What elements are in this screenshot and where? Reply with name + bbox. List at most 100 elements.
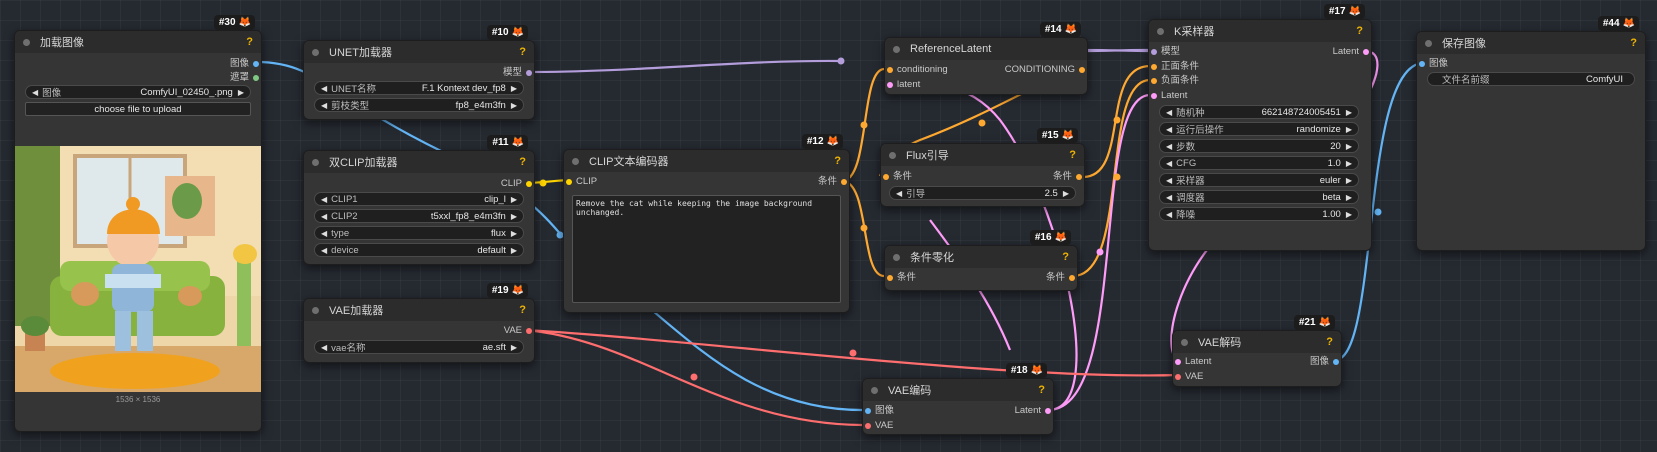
increment-arrow-icon[interactable]: ▶ <box>511 195 517 204</box>
control-after-generate-widget[interactable]: ◀ 运行后操作 randomize ▶ <box>1159 122 1359 136</box>
increment-arrow-icon[interactable]: ▶ <box>511 101 517 110</box>
steps-widget[interactable]: ◀ 步数 20 ▶ <box>1159 139 1359 153</box>
help-icon[interactable]: ? <box>1069 149 1076 161</box>
node-title-bar[interactable]: VAE编码 ? <box>863 379 1053 401</box>
increment-arrow-icon[interactable]: ▶ <box>511 229 517 238</box>
increment-arrow-icon[interactable]: ▶ <box>1346 210 1352 219</box>
input-slot-conditioning[interactable]: conditioning <box>885 63 948 77</box>
node-vae-decode[interactable]: #21 🦊 VAE解码 ? Latent VAE 图像 <box>1172 315 1342 387</box>
upload-button[interactable]: choose file to upload <box>25 102 251 116</box>
help-icon[interactable]: ? <box>1356 25 1363 37</box>
help-icon[interactable]: ? <box>246 36 253 48</box>
node-title-bar[interactable]: Flux引导 ? <box>881 144 1084 166</box>
input-slot-latent[interactable]: latent <box>885 78 920 92</box>
increment-arrow-icon[interactable]: ▶ <box>511 246 517 255</box>
clip-type-widget[interactable]: ◀ type flux ▶ <box>314 226 524 240</box>
guidance-widget[interactable]: ◀ 引导 2.5 ▶ <box>889 186 1076 200</box>
increment-arrow-icon[interactable]: ▶ <box>511 343 517 352</box>
node-title-bar[interactable]: 保存图像 ? <box>1417 32 1645 54</box>
input-slot-vae[interactable]: VAE <box>863 419 893 433</box>
help-icon[interactable]: ? <box>1038 384 1045 396</box>
input-slot-conditioning[interactable]: 条件 <box>881 170 912 184</box>
input-slot-conditioning[interactable]: 条件 <box>885 271 916 285</box>
increment-arrow-icon[interactable]: ▶ <box>238 88 244 97</box>
collapse-dot-icon[interactable] <box>312 48 319 56</box>
collapse-dot-icon[interactable] <box>1181 338 1188 346</box>
clip1-widget[interactable]: ◀ CLIP1 clip_l ▶ <box>314 192 524 206</box>
increment-arrow-icon[interactable]: ▶ <box>1346 193 1352 202</box>
collapse-dot-icon[interactable] <box>889 151 896 159</box>
help-icon[interactable]: ? <box>1630 37 1637 49</box>
vae-name-widget[interactable]: ◀ vae名称 ae.sft ▶ <box>314 340 524 354</box>
output-slot-clip[interactable]: CLIP <box>501 177 534 191</box>
prompt-textarea[interactable]: Remove the cat while keeping the image b… <box>572 195 841 303</box>
node-title-bar[interactable]: UNET加载器 ? <box>304 41 534 63</box>
node-vae-loader[interactable]: #19 🦊 VAE加载器 ? VAE ◀ vae名称 ae.sft ▶ <box>303 283 535 363</box>
collapse-dot-icon[interactable] <box>893 45 900 53</box>
collapse-dot-icon[interactable] <box>572 157 579 165</box>
help-icon[interactable]: ? <box>519 156 526 168</box>
node-title-bar[interactable]: K采样器 ? <box>1149 20 1371 42</box>
input-slot-vae[interactable]: VAE <box>1173 370 1203 384</box>
image-select-widget[interactable]: ◀ 图像 ComfyUI_02450_.png ▶ <box>25 85 251 99</box>
cfg-widget[interactable]: ◀ CFG 1.0 ▶ <box>1159 156 1359 170</box>
device-widget[interactable]: ◀ device default ▶ <box>314 243 524 257</box>
increment-arrow-icon[interactable]: ▶ <box>1346 159 1352 168</box>
collapse-dot-icon[interactable] <box>23 38 30 46</box>
node-title-bar[interactable]: VAE解码 ? <box>1173 331 1341 353</box>
collapse-dot-icon[interactable] <box>1425 39 1432 47</box>
input-slot-image[interactable]: 图像 <box>863 404 894 418</box>
node-load-image[interactable]: #30 🦊 加载图像 ? 图像 遮罩 ◀ 图像 ComfyUI_02450_.pn… <box>14 15 262 432</box>
help-icon[interactable]: ? <box>834 155 841 167</box>
output-slot-conditioning[interactable]: 条件 <box>818 175 849 189</box>
node-title-bar[interactable]: 加载图像 ? <box>15 31 261 53</box>
collapse-dot-icon[interactable] <box>312 158 319 166</box>
help-icon[interactable]: ? <box>1326 336 1333 348</box>
node-clip-text-encode[interactable]: #12 🦊 CLIP文本编码器 ? CLIP 条件 Remove the cat … <box>563 134 850 313</box>
node-flux-guidance[interactable]: #15 🦊 Flux引导 ? 条件 条件 ◀ 引导 2.5 ▶ <box>880 128 1085 207</box>
unet-name-widget[interactable]: ◀ UNET名称 F.1 Kontext dev_fp8 ▶ <box>314 81 524 95</box>
collapse-dot-icon[interactable] <box>1157 27 1164 35</box>
output-slot-image[interactable]: 图像 <box>1310 355 1341 369</box>
input-slot-negative[interactable]: 负面条件 <box>1149 74 1199 88</box>
weight-dtype-widget[interactable]: ◀ 剪枝类型 fp8_e4m3fn ▶ <box>314 98 524 112</box>
increment-arrow-icon[interactable]: ▶ <box>1346 108 1352 117</box>
input-slot-latent[interactable]: Latent <box>1149 89 1187 103</box>
collapse-dot-icon[interactable] <box>871 386 878 394</box>
filename-prefix-widget[interactable]: 文件名前缀 ComfyUI <box>1427 72 1635 86</box>
increment-arrow-icon[interactable]: ▶ <box>511 212 517 221</box>
input-slot-clip[interactable]: CLIP <box>564 175 597 189</box>
output-slot-conditioning[interactable]: 条件 <box>1046 271 1077 285</box>
node-unet-loader[interactable]: #10 🦊 UNET加载器 ? 模型 ◀ UNET名称 F.1 Kontext d… <box>303 25 535 120</box>
sampler-widget[interactable]: ◀ 采样器 euler ▶ <box>1159 173 1359 187</box>
increment-arrow-icon[interactable]: ▶ <box>1346 125 1352 134</box>
increment-arrow-icon[interactable]: ▶ <box>1346 176 1352 185</box>
output-slot-vae[interactable]: VAE <box>504 324 534 338</box>
node-title-bar[interactable]: CLIP文本编码器 ? <box>564 150 849 172</box>
node-title-bar[interactable]: 双CLIP加载器 ? <box>304 151 534 173</box>
output-slot-latent[interactable]: Latent <box>1333 45 1371 59</box>
node-conditioning-zero-out[interactable]: #16 🦊 条件零化 ? 条件 条件 <box>884 230 1078 291</box>
node-title-bar[interactable]: ReferenceLatent <box>885 38 1087 60</box>
increment-arrow-icon[interactable]: ▶ <box>1346 142 1352 151</box>
node-title-bar[interactable]: VAE加载器 ? <box>304 299 534 321</box>
output-slot-mask[interactable]: 遮罩 <box>230 71 261 85</box>
clip2-widget[interactable]: ◀ CLIP2 t5xxl_fp8_e4m3fn ▶ <box>314 209 524 223</box>
output-slot-conditioning[interactable]: 条件 <box>1053 170 1084 184</box>
collapse-dot-icon[interactable] <box>312 306 319 314</box>
node-vae-encode[interactable]: #18 🦊 VAE编码 ? 图像 VAE Latent <box>862 363 1054 435</box>
increment-arrow-icon[interactable]: ▶ <box>1063 189 1069 198</box>
output-slot-image[interactable]: 图像 <box>230 57 261 71</box>
node-ksampler[interactable]: #17 🦊 K采样器 ? 模型 正面条件 负面条件 Latent Latent ◀… <box>1148 4 1372 251</box>
output-slot-conditioning[interactable]: CONDITIONING <box>1005 63 1087 77</box>
scheduler-widget[interactable]: ◀ 调度器 beta ▶ <box>1159 190 1359 204</box>
collapse-dot-icon[interactable] <box>893 253 900 261</box>
help-icon[interactable]: ? <box>519 46 526 58</box>
help-icon[interactable]: ? <box>519 304 526 316</box>
input-slot-image[interactable]: 图像 <box>1417 57 1448 71</box>
output-slot-latent[interactable]: Latent <box>1015 404 1053 418</box>
denoise-widget[interactable]: ◀ 降噪 1.00 ▶ <box>1159 207 1359 221</box>
node-save-image[interactable]: #44 🦊 保存图像 ? 图像 文件名前缀 ComfyUI <box>1416 16 1646 251</box>
node-reference-latent[interactable]: #14 🦊 ReferenceLatent conditioning latent… <box>884 22 1088 95</box>
node-dual-clip-loader[interactable]: #11 🦊 双CLIP加载器 ? CLIP ◀ CLIP1 clip_l ▶ ◀ … <box>303 135 535 265</box>
